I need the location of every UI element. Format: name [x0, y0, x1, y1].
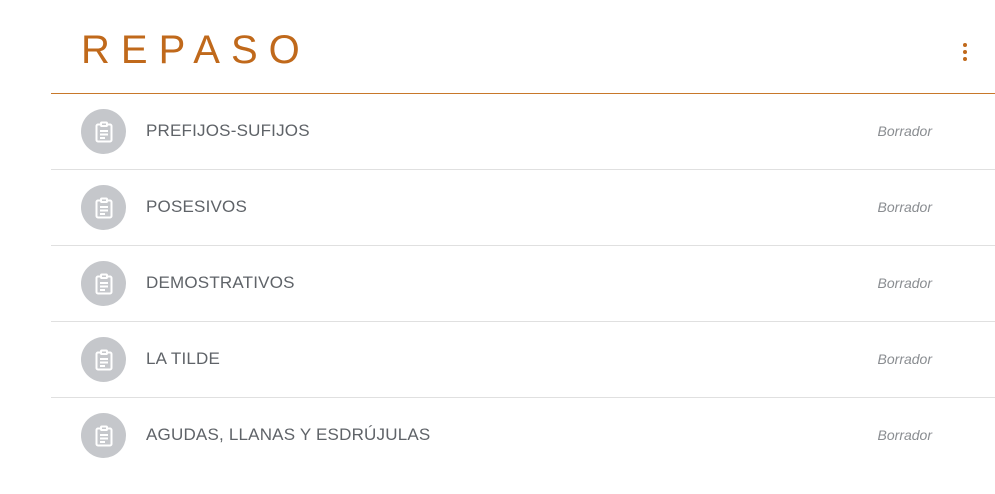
assignment-status: Borrador [877, 275, 932, 291]
assignment-list: PREFIJOS-SUFIJOS Borrador POSESIVOS Borr… [51, 94, 995, 474]
assignment-status: Borrador [877, 199, 932, 215]
assignment-icon [81, 413, 126, 458]
topic-section: REPASO PREFIJOS-SUFIJOS Borrador POSESIV… [51, 0, 995, 494]
more-vert-icon-dot [963, 50, 967, 54]
assignment-title: LA TILDE [146, 349, 221, 368]
topic-header: REPASO [51, 0, 995, 94]
assignment-title: PREFIJOS-SUFIJOS [146, 121, 310, 140]
assignment-icon [81, 185, 126, 230]
more-vert-icon-dot [963, 57, 967, 61]
assignment-item-prefijos-sufijos[interactable]: PREFIJOS-SUFIJOS Borrador [51, 94, 995, 170]
assignment-item-demostrativos[interactable]: DEMOSTRATIVOS Borrador [51, 246, 995, 322]
assignment-status: Borrador [877, 351, 932, 367]
more-options-button[interactable] [949, 36, 981, 68]
more-vert-icon [963, 43, 967, 47]
assignment-title: POSESIVOS [146, 197, 248, 216]
assignment-status: Borrador [877, 427, 932, 443]
assignment-icon [81, 337, 126, 382]
assignment-title: DEMOSTRATIVOS [146, 273, 295, 292]
assignment-icon [81, 109, 126, 154]
assignment-title: AGUDAS, LLANAS Y ESDRÚJULAS [146, 425, 431, 444]
assignment-item-la-tilde[interactable]: LA TILDE Borrador [51, 322, 995, 398]
assignment-item-agudas-llanas-esdrujulas[interactable]: AGUDAS, LLANAS Y ESDRÚJULAS Borrador [51, 398, 995, 474]
topic-title: REPASO [81, 28, 311, 72]
assignment-status: Borrador [877, 123, 932, 139]
assignment-item-posesivos[interactable]: POSESIVOS Borrador [51, 170, 995, 246]
assignment-icon [81, 261, 126, 306]
